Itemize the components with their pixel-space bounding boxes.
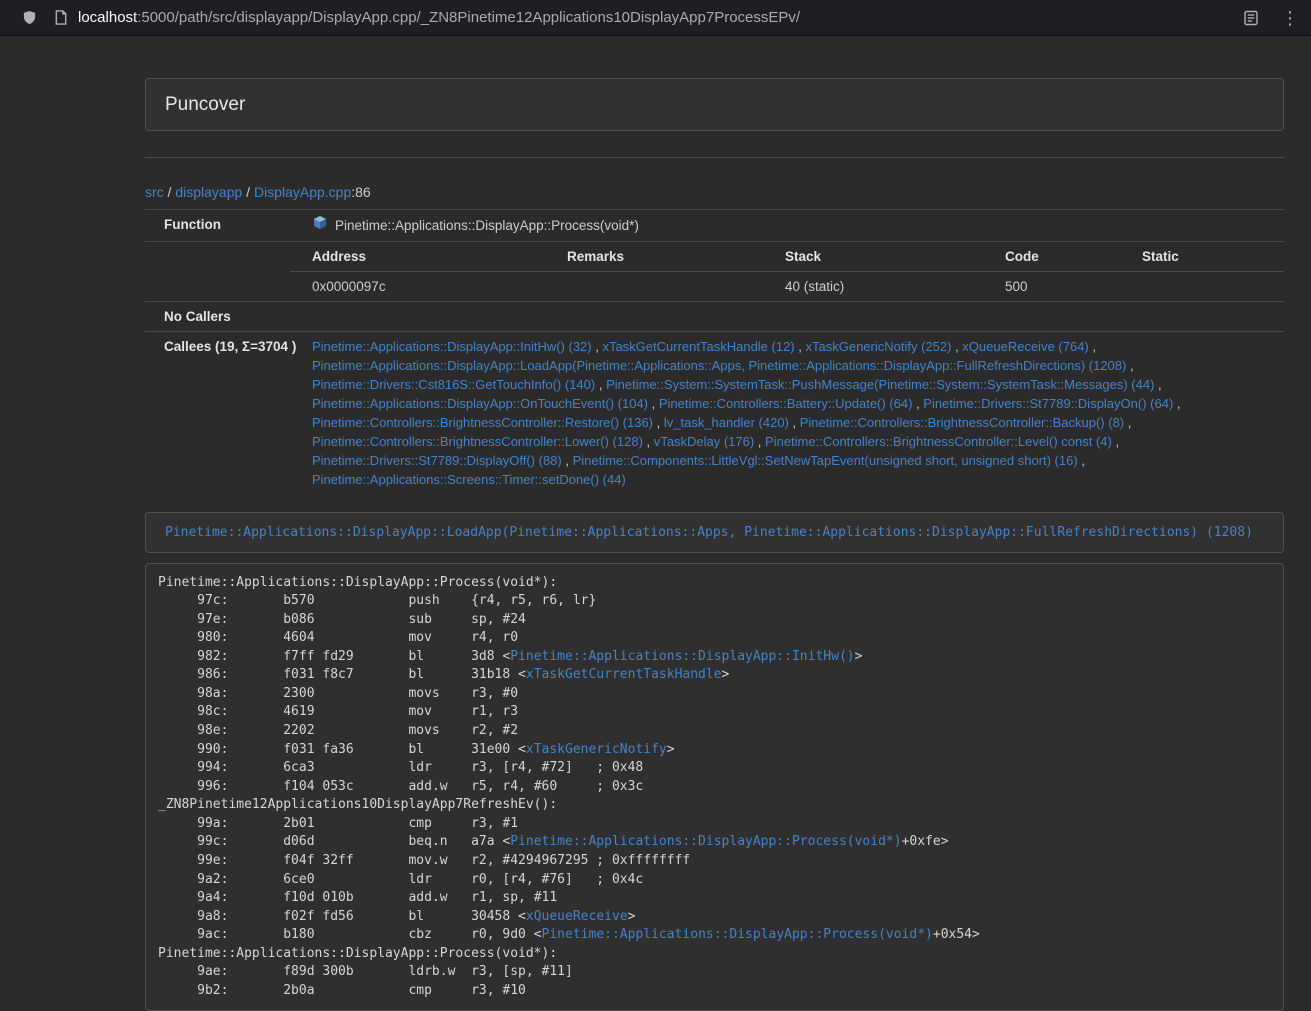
function-name: Pinetime::Applications::DisplayApp::Proc… — [335, 216, 639, 235]
browser-toolbar: localhost:5000/path/src/displayapp/Displ… — [0, 0, 1311, 36]
breadcrumb-separator: / — [242, 184, 254, 200]
callee-link[interactable]: Pinetime::System::SystemTask::PushMessag… — [606, 377, 1154, 392]
no-callers-label: No Callers — [145, 302, 290, 332]
callee-link[interactable]: xTaskGetCurrentTaskHandle (12) — [602, 339, 794, 354]
code-value: 500 — [1005, 272, 1142, 302]
callee-separator: , — [592, 339, 603, 354]
callee-separator: , — [595, 377, 606, 392]
callees-label: Callees (19, Σ=3704 ) — [145, 332, 290, 495]
function-row-label: Function — [145, 210, 290, 242]
callee-link[interactable]: xTaskGenericNotify (252) — [806, 339, 952, 354]
callee-separator: , — [1112, 434, 1119, 449]
callees-row: Callees (19, Σ=3704 ) Pinetime::Applicat… — [145, 332, 1284, 495]
breadcrumb: src / displayapp / DisplayApp.cpp:86 — [145, 182, 1284, 202]
disassembly-symbol-link[interactable]: Pinetime::Applications::DisplayApp::Init… — [510, 649, 854, 664]
disassembly: Pinetime::Applications::DisplayApp::Proc… — [145, 563, 1284, 1011]
callee-separator: , — [562, 453, 573, 468]
callee-separator: , — [643, 434, 654, 449]
callee-link[interactable]: vTaskDelay (176) — [654, 434, 754, 449]
disassembly-symbol-link[interactable]: xQueueReceive — [526, 909, 628, 924]
callees-list: Pinetime::Applications::DisplayApp::Init… — [290, 332, 1284, 495]
column-header-address: Address — [290, 242, 567, 272]
callee-separator: , — [1173, 396, 1180, 411]
remarks-value — [567, 272, 785, 302]
breadcrumb-link[interactable]: DisplayApp.cpp — [254, 184, 351, 200]
callee-separator: , — [951, 339, 962, 354]
page-title: Puncover — [165, 94, 1264, 115]
page-header: Puncover — [145, 78, 1284, 131]
breadcrumb-line-number: :86 — [351, 184, 370, 200]
callee-link[interactable]: Pinetime::Drivers::St7789::DisplayOff() … — [312, 453, 562, 468]
breadcrumb-link[interactable]: displayapp — [175, 184, 242, 200]
divider — [145, 157, 1284, 158]
url-path: :5000/path/src/displayapp/DisplayApp.cpp… — [137, 9, 800, 26]
address-value: 0x0000097c — [290, 272, 567, 302]
callee-separator: , — [1154, 377, 1161, 392]
callee-link[interactable]: xQueueReceive (764) — [962, 339, 1088, 354]
callee-separator: , — [1078, 453, 1085, 468]
column-header-code: Code — [1005, 242, 1142, 272]
symbol-table: Function Pinetime::Applications::Display… — [145, 209, 1284, 494]
callee-separator: , — [1089, 339, 1096, 354]
callee-link[interactable]: Pinetime::Controllers::BrightnessControl… — [312, 434, 643, 449]
metrics-row-spacer — [145, 242, 290, 302]
callee-link[interactable]: Pinetime::Components::LittleVgl::SetNewT… — [573, 453, 1078, 468]
symbol-panel: Pinetime::Applications::DisplayApp::Load… — [145, 512, 1284, 553]
callee-link[interactable]: Pinetime::Controllers::BrightnessControl… — [800, 415, 1124, 430]
callee-separator: , — [789, 415, 800, 430]
disassembly-symbol-link[interactable]: xTaskGetCurrentTaskHandle — [526, 667, 722, 682]
callee-separator: , — [1124, 415, 1131, 430]
disassembly-symbol-link[interactable]: Pinetime::Applications::DisplayApp::Proc… — [542, 927, 933, 942]
no-callers-value — [290, 302, 1284, 332]
callee-separator: , — [648, 396, 659, 411]
metrics-table: Address Remarks Stack Code Static 0x0000… — [290, 242, 1284, 301]
stack-value: 40 (static) — [785, 272, 1005, 302]
no-callers-row: No Callers — [145, 302, 1284, 332]
callee-link[interactable]: Pinetime::Controllers::Battery::Update()… — [659, 396, 913, 411]
callee-separator: , — [795, 339, 806, 354]
function-type-icon — [312, 215, 328, 236]
metrics-row: Address Remarks Stack Code Static 0x0000… — [145, 242, 1284, 302]
column-header-remarks: Remarks — [567, 242, 785, 272]
page-content: Puncover src / displayapp / DisplayApp.c… — [145, 78, 1284, 1011]
callee-link[interactable]: lv_task_handler (420) — [664, 415, 789, 430]
disassembly-symbol-link[interactable]: xTaskGenericNotify — [526, 742, 667, 757]
callee-link[interactable]: Pinetime::Controllers::BrightnessControl… — [312, 415, 653, 430]
callee-link[interactable]: Pinetime::Applications::DisplayApp::Init… — [312, 339, 592, 354]
callee-link[interactable]: Pinetime::Drivers::Cst816S::GetTouchInfo… — [312, 377, 595, 392]
url-host: localhost — [78, 9, 137, 26]
callee-separator: , — [1126, 358, 1133, 373]
kebab-menu-icon[interactable]: ⋮ — [1283, 9, 1297, 27]
callee-separator: , — [912, 396, 923, 411]
url-bar[interactable]: localhost:5000/path/src/displayapp/Displ… — [78, 9, 800, 26]
static-value — [1142, 272, 1284, 302]
shield-icon[interactable] — [22, 10, 37, 25]
column-header-stack: Stack — [785, 242, 1005, 272]
callee-separator: , — [754, 434, 765, 449]
breadcrumb-separator: / — [164, 184, 176, 200]
function-row: Function Pinetime::Applications::Display… — [145, 210, 1284, 242]
breadcrumb-link[interactable]: src — [145, 184, 164, 200]
callee-link[interactable]: Pinetime::Controllers::BrightnessControl… — [765, 434, 1112, 449]
page-info-icon[interactable] — [54, 10, 68, 25]
disassembly-symbol-link[interactable]: Pinetime::Applications::DisplayApp::Proc… — [510, 834, 901, 849]
callee-link[interactable]: Pinetime::Applications::Screens::Timer::… — [312, 472, 626, 487]
callee-link[interactable]: Pinetime::Applications::DisplayApp::Load… — [312, 358, 1126, 373]
symbol-panel-link[interactable]: Pinetime::Applications::DisplayApp::Load… — [165, 525, 1253, 540]
callee-link[interactable]: Pinetime::Drivers::St7789::DisplayOn() (… — [923, 396, 1173, 411]
reader-view-icon[interactable] — [1243, 10, 1259, 26]
column-header-static: Static — [1142, 242, 1284, 272]
callee-link[interactable]: Pinetime::Applications::DisplayApp::OnTo… — [312, 396, 648, 411]
callee-separator: , — [653, 415, 664, 430]
